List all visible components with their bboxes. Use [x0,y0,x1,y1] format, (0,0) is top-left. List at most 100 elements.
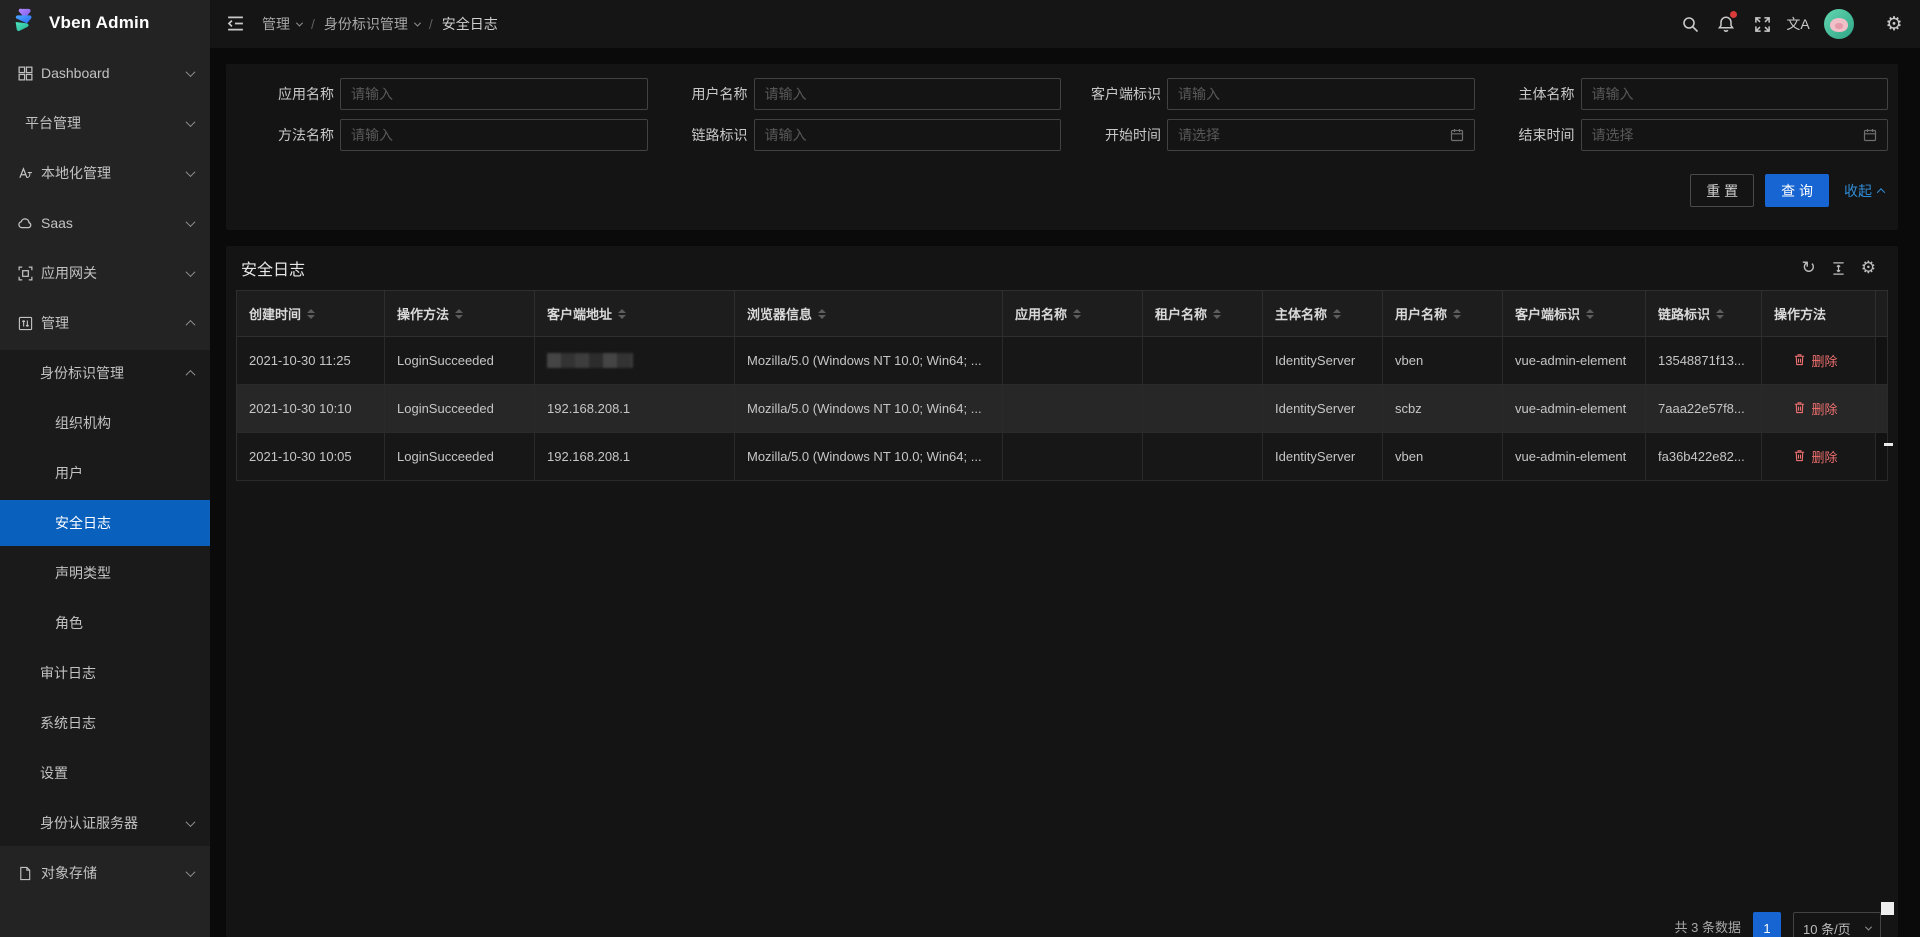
sidebar-item-saas[interactable]: Saas [0,200,210,246]
column-label: 用户名称 [1395,304,1447,323]
breadcrumb-item-identity-management[interactable]: 身份标识管理 [324,14,420,34]
row-height-icon[interactable] [1831,261,1846,276]
sort-icon[interactable] [1586,309,1594,319]
breadcrumb-item-management[interactable]: 管理 [262,14,302,34]
delete-link[interactable]: 删除 [1762,337,1876,385]
field-label: 方法名称 [234,125,334,145]
sidebar-item-users[interactable]: 用户 [0,450,210,496]
breadcrumb-label: 安全日志 [442,14,498,34]
sidebar-item-security-log[interactable]: 安全日志 [0,500,210,546]
sort-icon[interactable] [1333,309,1341,319]
sort-icon[interactable] [455,309,463,319]
placeholder-text: 请输入 [351,84,393,104]
sort-icon[interactable] [818,309,826,319]
sort-icon[interactable] [1453,309,1461,319]
column-header-subject_name[interactable]: 主体名称 [1263,291,1383,337]
sidebar-item-object-storage[interactable]: 对象存储 [0,850,210,896]
column-header-client_address[interactable]: 客户端地址 [535,291,735,337]
column-header-browser[interactable]: 浏览器信息 [735,291,1003,337]
delete-link[interactable]: 删除 [1762,385,1876,433]
sort-icon[interactable] [1716,309,1724,319]
sidebar-item-roles[interactable]: 角色 [0,600,210,646]
panel-scrollbar-thumb[interactable] [1881,902,1894,915]
avatar-pig-face [1830,18,1848,32]
client-id-input[interactable]: 请输入 [1167,78,1475,110]
trace-id-input[interactable]: 请输入 [754,119,1062,151]
column-label: 客户端地址 [547,304,612,323]
table-toolbar: 安全日志 ↻ ⚙ [226,246,1898,290]
pagination-page-1[interactable]: 1 [1753,912,1781,937]
column-header-trace_id[interactable]: 链路标识 [1646,291,1762,337]
table-title: 安全日志 [241,256,305,280]
redacted-value [547,353,633,368]
sidebar-item-identity-server[interactable]: 身份认证服务器 [0,800,210,846]
reset-button[interactable]: 重 置 [1690,174,1754,207]
user-name-input[interactable]: 请输入 [754,78,1062,110]
sidebar-item-management[interactable]: 管理 [0,300,210,346]
sidebar-item-localization-management[interactable]: 本地化管理 [0,150,210,196]
column-header-method[interactable]: 操作方法 [385,291,535,337]
settings-gear-icon[interactable]: ⚙ [1876,0,1912,48]
search-form-panel: 应用名称请输入用户名称请输入客户端标识请输入主体名称请输入方法名称请输入链路标识… [226,64,1898,230]
fullscreen-icon[interactable] [1744,0,1780,48]
gateway-icon [17,265,33,281]
column-header-client_id[interactable]: 客户端标识 [1503,291,1646,337]
delete-link[interactable]: 删除 [1762,433,1876,481]
subject-name-input[interactable]: 请输入 [1581,78,1889,110]
sidebar-item-settings[interactable]: 设置 [0,750,210,796]
table-scrollbar-thumb[interactable] [1884,443,1893,446]
sidebar-item-dashboard[interactable]: Dashboard [0,50,210,96]
cell-client_id: vue-admin-element [1503,337,1646,385]
trash-icon [1793,353,1806,369]
sidebar-item-identity-management[interactable]: 身份标识管理 [0,350,210,396]
logo[interactable]: Vben Admin [0,0,210,46]
logo-title: Vben Admin [49,13,150,33]
locale-icon[interactable]: 文A [1780,0,1816,48]
form-field-subject-name: 主体名称请输入 [1475,78,1889,110]
breadcrumb-item-security-log[interactable]: 安全日志 [442,14,498,34]
method-name-input[interactable]: 请输入 [340,119,648,151]
chevron-down-icon [186,67,196,77]
breadcrumb-separator: / [311,16,315,32]
sort-icon[interactable] [618,309,626,319]
sidebar-item-organization[interactable]: 组织机构 [0,400,210,446]
cell-trace_id: 13548871f13... [1646,337,1762,385]
notification-icon[interactable] [1708,0,1744,48]
sort-icon[interactable] [1213,309,1221,319]
delete-label: 删除 [1811,447,1837,466]
app-root: Vben Admin Dashboard平台管理本地化管理Saas应用网关管理身… [0,0,1920,937]
cell-tenant_name [1143,433,1263,481]
start-time-input[interactable]: 请选择 [1167,119,1475,151]
sidebar-item-label: 系统日志 [40,713,96,733]
form-field-client-id: 客户端标识请输入 [1061,78,1475,110]
sidebar-item-label: 审计日志 [40,663,96,683]
menu-fold-icon[interactable] [226,14,246,34]
sort-icon[interactable] [1073,309,1081,319]
sidebar-item-app-gateway[interactable]: 应用网关 [0,250,210,296]
sidebar-item-platform-management[interactable]: 平台管理 [0,100,210,146]
cell-browser: Mozilla/5.0 (Windows NT 10.0; Win64; ... [735,385,1003,433]
column-header-tenant_name[interactable]: 租户名称 [1143,291,1263,337]
page-size-select[interactable]: 10 条/页 [1793,912,1881,937]
app-name-input[interactable]: 请输入 [340,78,648,110]
breadcrumb-separator: / [429,16,433,32]
storage-icon [17,865,33,881]
cell-tenant_name [1143,337,1263,385]
search-button[interactable]: 查 询 [1765,174,1829,207]
column-header-user_name[interactable]: 用户名称 [1383,291,1503,337]
column-header-created_at[interactable]: 创建时间 [237,291,385,337]
refresh-icon[interactable]: ↻ [1802,258,1816,278]
avatar[interactable] [1824,9,1854,39]
column-header-app_name[interactable]: 应用名称 [1003,291,1143,337]
collapse-form-link[interactable]: 收起 [1844,181,1884,201]
sidebar-item-claim-types[interactable]: 声明类型 [0,550,210,596]
sidebar-item-audit-log[interactable]: 审计日志 [0,650,210,696]
cell-method: LoginSucceeded [385,385,535,433]
end-time-input[interactable]: 请选择 [1581,119,1889,151]
trash-icon [1793,449,1806,465]
sidebar-item-system-log[interactable]: 系统日志 [0,700,210,746]
sort-icon[interactable] [307,309,315,319]
form-actions: 重 置 查 询 收起 [1690,174,1884,207]
search-icon[interactable] [1672,0,1708,48]
table-settings-gear-icon[interactable]: ⚙ [1861,258,1876,278]
